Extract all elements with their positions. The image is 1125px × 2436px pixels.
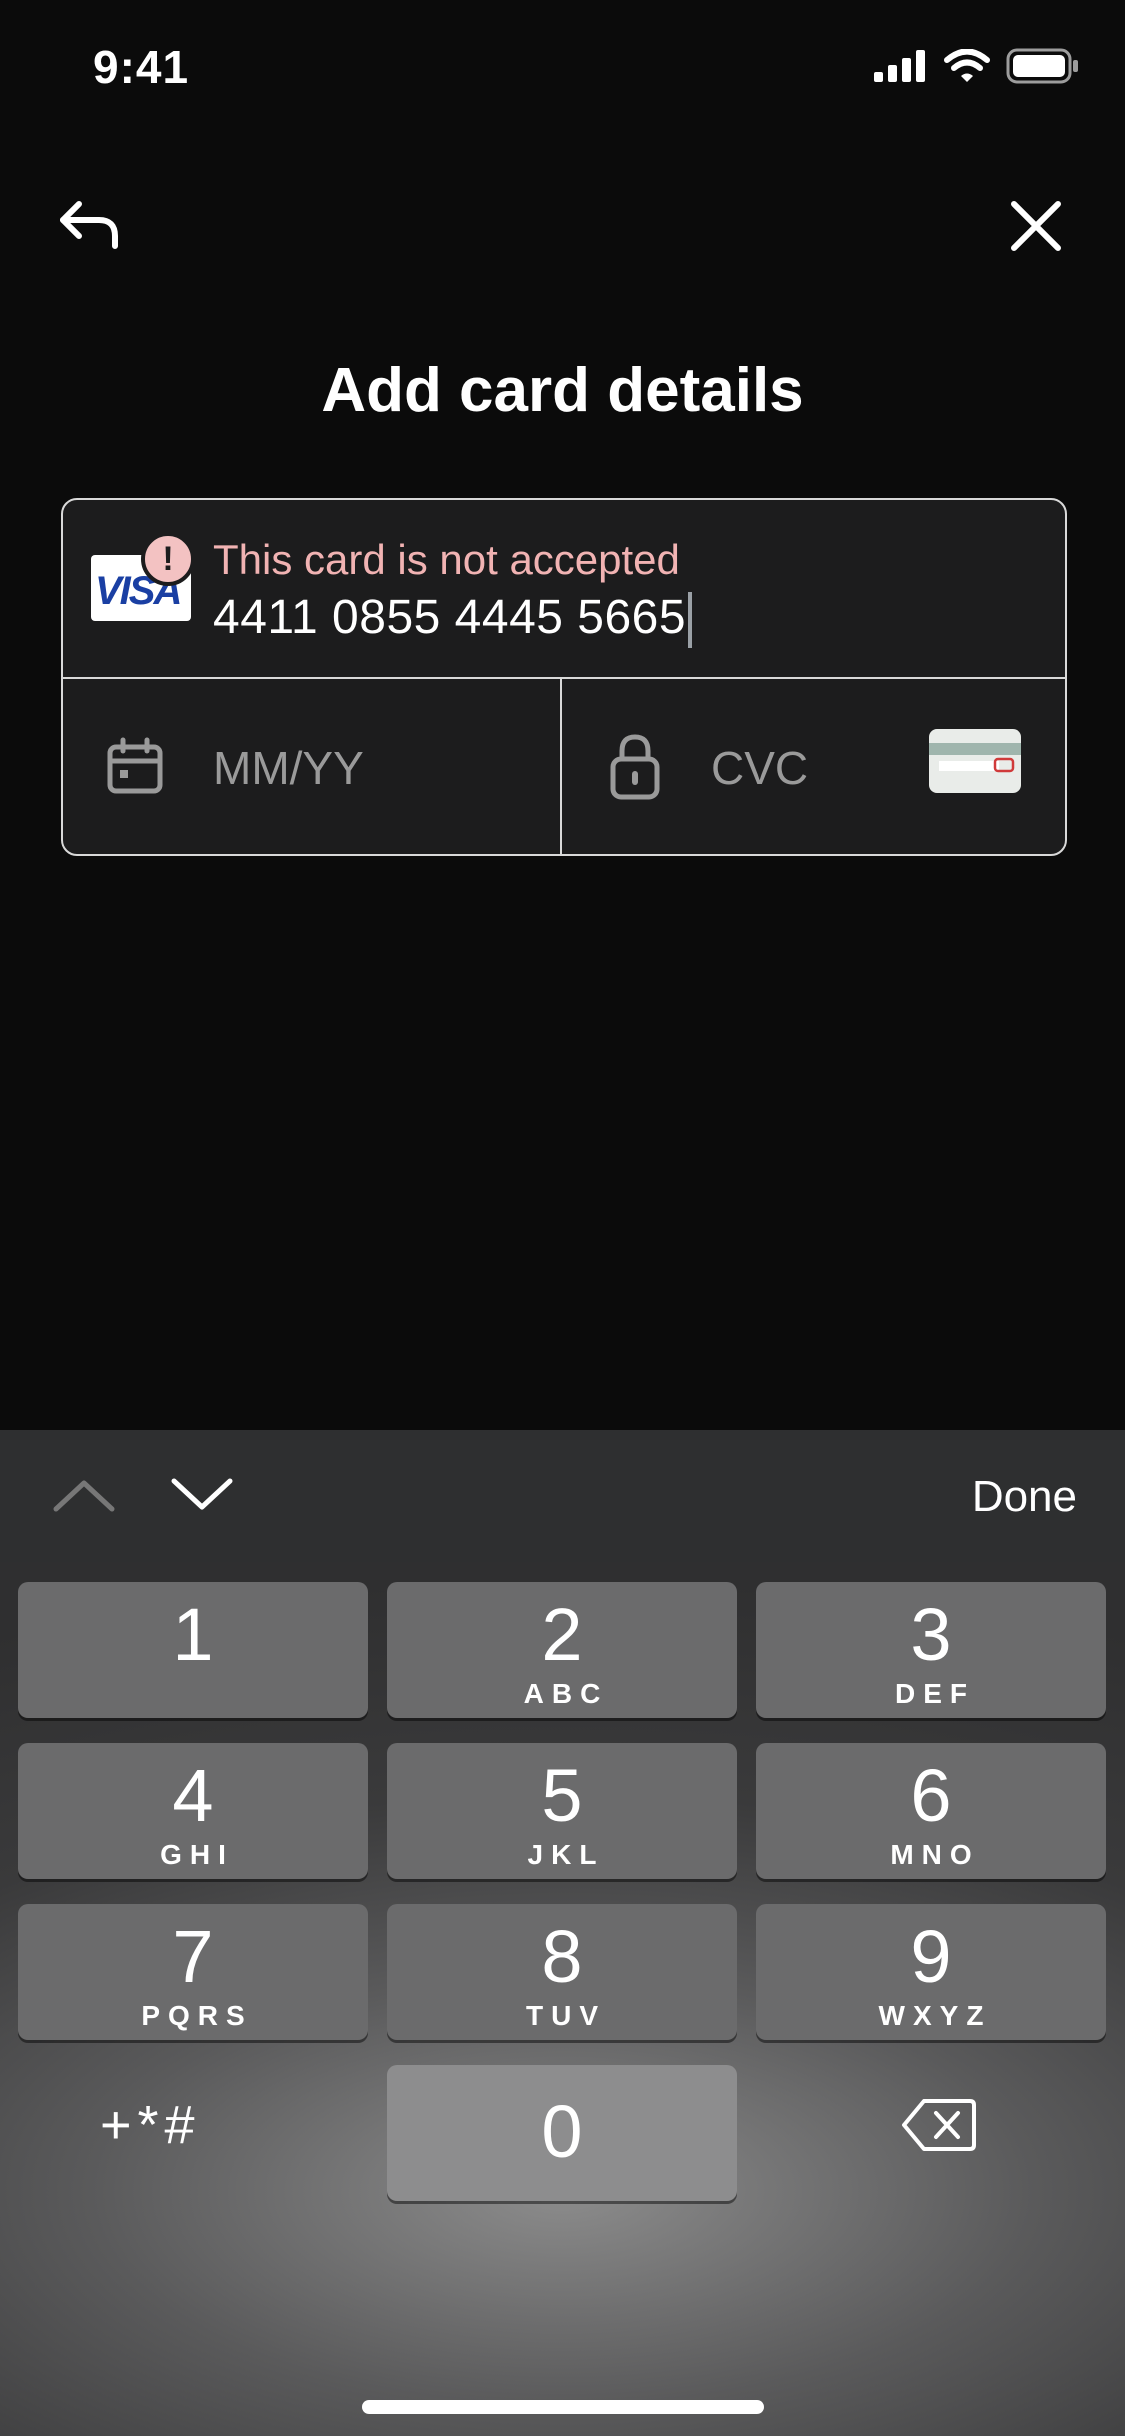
cvc-input[interactable]: CVC — [711, 741, 808, 795]
done-button[interactable]: Done — [972, 1472, 1077, 1522]
cvc-card-back-icon — [929, 729, 1021, 793]
key-6[interactable]: 6 MNO — [756, 1743, 1106, 1879]
calendar-icon — [107, 737, 163, 794]
text-cursor — [688, 592, 693, 649]
expiry-cvc-row: MM/YY CVC — [63, 679, 1065, 854]
key-5[interactable]: 5 JKL — [387, 1743, 737, 1879]
home-indicator[interactable] — [362, 2400, 764, 2414]
page-title: Add card details — [321, 356, 804, 425]
previous-field-chevron-up-icon[interactable] — [52, 1475, 116, 1515]
delete-backspace-icon[interactable] — [900, 2097, 978, 2153]
key-0[interactable]: 0 — [387, 2065, 737, 2201]
card-error-message: This card is not accepted — [213, 536, 680, 583]
key-9[interactable]: 9 WXYZ — [756, 1904, 1106, 2040]
wifi-icon — [944, 49, 990, 82]
close-button[interactable] — [1000, 190, 1072, 262]
battery-icon — [1006, 48, 1078, 84]
next-field-chevron-down-icon[interactable] — [170, 1475, 234, 1515]
key-3[interactable]: 3 DEF — [756, 1582, 1106, 1718]
status-icons — [874, 48, 1080, 84]
keyboard-toolbar: Done — [0, 1430, 1125, 1562]
close-icon — [1011, 201, 1061, 251]
numeric-keypad: 1 2 ABC 3 DEF 4 GHI 5 JKL 6 MNO 7 PQRS 8… — [0, 1562, 1125, 2436]
key-2[interactable]: 2 ABC — [387, 1582, 737, 1718]
card-number-input[interactable]: 4411 0855 4445 5665 — [213, 590, 693, 649]
alert-icon: ! — [141, 532, 195, 586]
back-button[interactable] — [55, 190, 125, 260]
key-8[interactable]: 8 TUV — [387, 1904, 737, 2040]
card-number-field[interactable]: VISA ! This card is not accepted 4411 08… — [63, 500, 1065, 679]
key-1[interactable]: 1 — [18, 1582, 368, 1718]
card-number-value: 4411 0855 4445 5665 — [213, 591, 687, 644]
status-time: 9:41 — [93, 41, 190, 93]
cellular-signal-icon — [874, 50, 925, 82]
key-4[interactable]: 4 GHI — [18, 1743, 368, 1879]
key-7[interactable]: 7 PQRS — [18, 1904, 368, 2040]
card-details-form: VISA ! This card is not accepted 4411 08… — [61, 498, 1067, 856]
symbols-key[interactable]: +*# — [100, 2094, 260, 2155]
back-arrow-icon — [60, 201, 118, 249]
field-divider — [560, 679, 562, 854]
lock-icon — [610, 734, 660, 800]
expiry-input[interactable]: MM/YY — [213, 741, 364, 795]
